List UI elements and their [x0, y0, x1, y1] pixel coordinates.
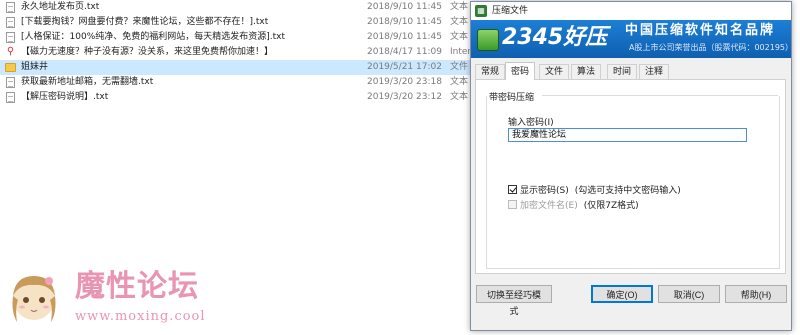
file-type: 文本: [450, 92, 469, 102]
banner-slogan: 中国压缩软件知名品牌: [625, 23, 776, 38]
file-date: 2018/9/10 11:45: [367, 32, 442, 42]
tab-algorithm[interactable]: 算法: [571, 64, 602, 79]
tab-files[interactable]: 文件: [539, 64, 570, 79]
show-password-label: 显示密码(S): [520, 186, 569, 196]
file-type: 文件: [450, 62, 469, 72]
file-date: 2018/9/10 11:45: [367, 17, 442, 27]
password-input[interactable]: 我爱魔性论坛: [508, 128, 747, 142]
tab-general[interactable]: 常规: [475, 64, 506, 79]
file-type: 文本: [450, 32, 469, 42]
text-file-icon: [6, 17, 15, 28]
file-name: 姐妹井: [21, 62, 49, 72]
file-row[interactable]: ⚲ 【磁力无速度？种子没有源？没关系，来这里免费帮你加速！】 2018/4/17…: [0, 45, 470, 60]
anime-girl-icon: [12, 276, 56, 322]
file-date: 2019/3/20 23:18: [367, 77, 442, 87]
text-file-icon: [6, 77, 15, 88]
group-divider: [542, 95, 778, 96]
file-row[interactable]: 获取最新地址邮箱，无需翻墙.txt 2019/3/20 23:18 文本: [0, 75, 470, 90]
tab-time[interactable]: 时间: [607, 64, 638, 79]
file-type: Inter: [450, 47, 470, 57]
file-type: 文本: [450, 17, 469, 27]
file-name: 【解压密码说明】.txt: [21, 92, 109, 102]
file-type: 文本: [450, 2, 469, 12]
file-date: 2019/5/21 17:02: [367, 62, 442, 72]
show-password-checkbox[interactable]: [508, 185, 517, 194]
encrypt-filenames-hint: (仅限7Z格式): [583, 201, 639, 211]
banner-logo-text: 2345好压: [502, 25, 608, 50]
archive-box-icon: [477, 29, 499, 51]
password-input-label: 输入密码(I): [508, 118, 554, 128]
encrypt-filenames-option: 加密文件名(E) (仅限7Z格式): [508, 198, 639, 211]
watermark-url: www.moxing.cool: [75, 309, 206, 324]
encrypt-filenames-checkbox: [508, 200, 517, 209]
watermark-title: 魔性论坛: [75, 269, 199, 304]
folder-icon: [5, 63, 16, 72]
file-row[interactable]: [人格保证：100%纯净、免费的福利网站，每天精选发布资源].txt 2018/…: [0, 30, 470, 45]
file-name: 【磁力无速度？种子没有源？没关系，来这里免费帮你加速！】: [21, 47, 274, 57]
banner-subtitle: A股上市公司荣誉出品（股票代码：002195）: [629, 43, 791, 52]
file-row[interactable]: 【解压密码说明】.txt 2019/3/20 23:12 文本: [0, 90, 470, 105]
file-type: 文本: [450, 77, 469, 87]
cancel-button[interactable]: 取消(C): [658, 285, 720, 303]
file-name: 永久地址发布页.txt: [21, 2, 100, 12]
switch-expert-mode-button[interactable]: 切换至经巧模式: [476, 285, 552, 316]
brand-banner: 2345好压 中国压缩软件知名品牌 A股上市公司荣誉出品（股票代码：002195…: [471, 20, 791, 58]
password-group-label: 带密码压缩: [489, 93, 535, 103]
ok-button[interactable]: 确定(O): [591, 285, 653, 303]
file-row-selected[interactable]: 姐妹井 2019/5/21 17:02 文件: [0, 60, 470, 75]
file-date: 2018/4/17 11:09: [367, 47, 442, 57]
watermark-logo: 魔性论坛 www.moxing.cool: [5, 268, 235, 333]
internet-shortcut-icon: ⚲: [6, 46, 15, 57]
file-name: [下载要掏钱？网盘要付费？来魔性论坛，这些都不存在！].txt: [21, 17, 269, 27]
file-date: 2019/3/20 23:12: [367, 92, 442, 102]
show-password-option[interactable]: 显示密码(S) (勾选可支持中文密码输入): [508, 183, 681, 196]
title-bar[interactable]: ▦ 压缩文件: [471, 2, 791, 20]
password-tab-panel: 带密码压缩 输入密码(I) 我爱魔性论坛 显示密码(S) (勾选可支持中文密码输入…: [475, 79, 786, 274]
file-date: 2018/9/10 11:45: [367, 2, 442, 12]
app-icon: ▦: [475, 5, 487, 17]
file-name: 获取最新地址邮箱，无需翻墙.txt: [21, 77, 154, 87]
text-file-icon: [6, 92, 15, 103]
tab-password[interactable]: 密码: [505, 62, 536, 80]
show-password-hint: (勾选可支持中文密码输入): [574, 186, 681, 196]
file-name: [人格保证：100%纯净、免费的福利网站，每天精选发布资源].txt: [21, 32, 285, 42]
file-row[interactable]: 永久地址发布页.txt 2018/9/10 11:45 文本: [0, 0, 470, 15]
tab-bar: 常规 密码 文件 算法 时间 注释: [475, 62, 791, 80]
dialog-title: 压缩文件: [492, 6, 529, 16]
text-file-icon: [6, 2, 15, 13]
compress-dialog: ▦ 压缩文件 2345好压 中国压缩软件知名品牌 A股上市公司荣誉出品（股票代码…: [470, 1, 792, 331]
encrypt-filenames-label: 加密文件名(E): [520, 201, 578, 211]
tab-comment[interactable]: 注释: [639, 64, 670, 79]
file-row[interactable]: [下载要掏钱？网盘要付费？来魔性论坛，这些都不存在！].txt 2018/9/1…: [0, 15, 470, 30]
help-button[interactable]: 帮助(H): [725, 285, 787, 303]
text-file-icon: [6, 32, 15, 43]
